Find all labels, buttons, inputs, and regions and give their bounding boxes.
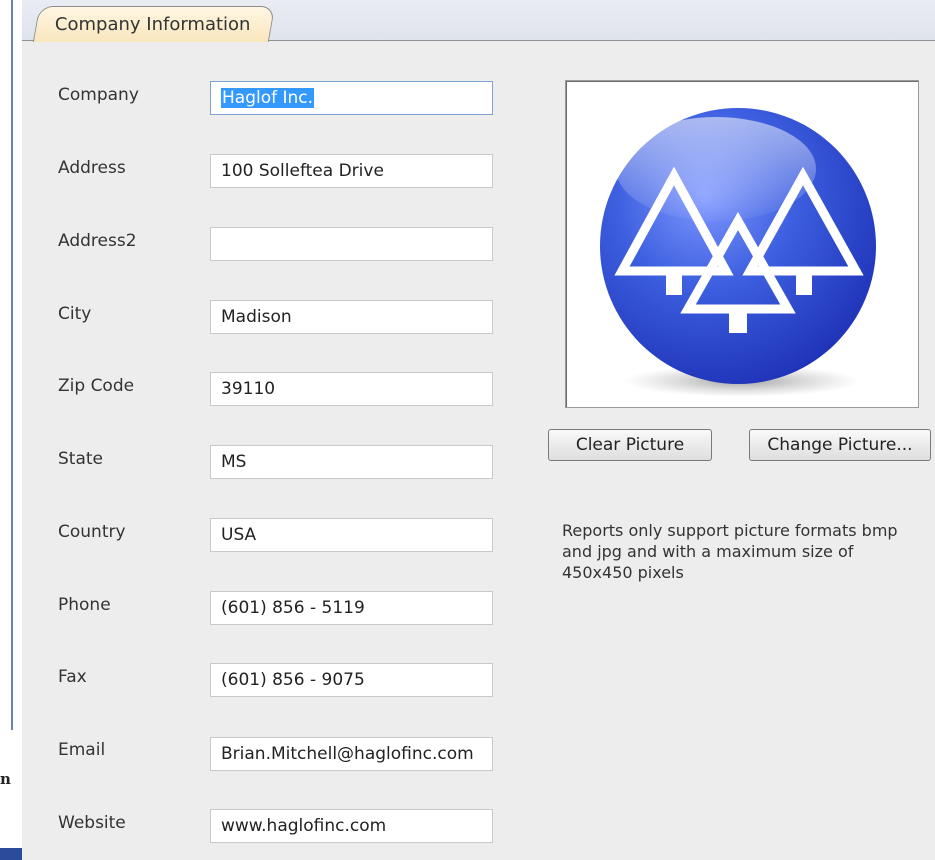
phone-field[interactable]: (601) 856 - 5119 [210,591,493,625]
tab-strip: Company Information [22,0,935,42]
fax-field[interactable]: (601) 856 - 9075 [210,663,493,697]
address2-field[interactable] [210,227,493,261]
tab-company-information[interactable]: Company Information [32,6,275,42]
website-label: Website [58,813,126,833]
picture-format-note: Reports only support picture formats bmp… [562,521,898,582]
zip-code-label: Zip Code [58,376,135,396]
address-field[interactable]: 100 Solleftea Drive [210,154,493,188]
company-label: Company [58,85,139,105]
address2-label: Address2 [58,231,137,251]
clear-picture-button[interactable]: Clear Picture [548,429,712,461]
state-label: State [58,449,103,469]
fax-label: Fax [58,667,87,687]
email-field[interactable]: Brian.Mitchell@haglofinc.com [210,737,493,771]
address-label: Address [58,158,126,178]
zip-code-field[interactable]: 39110 [210,372,493,406]
company-picture-frame [565,80,919,408]
company-logo-trees-icon [600,108,876,397]
city-label: City [58,304,92,324]
country-label: Country [58,522,126,542]
tab-label: Company Information [54,14,251,35]
partial-left-text: n [0,770,11,788]
email-label: Email [58,740,106,760]
left-edge-rule [11,0,13,730]
company-field[interactable]: Haglof Inc. [210,81,493,115]
state-field[interactable]: MS [210,445,493,479]
city-field[interactable]: Madison [210,300,493,334]
company-value: Haglof Inc. [221,88,315,108]
phone-label: Phone [58,595,111,615]
partial-blue-bar [0,848,22,860]
country-field[interactable]: USA [210,518,493,552]
company-information-panel: Company Information Company Haglof Inc. … [22,0,935,860]
change-picture-button[interactable]: Change Picture... [749,429,931,461]
website-field[interactable]: www.haglofinc.com [210,809,493,843]
